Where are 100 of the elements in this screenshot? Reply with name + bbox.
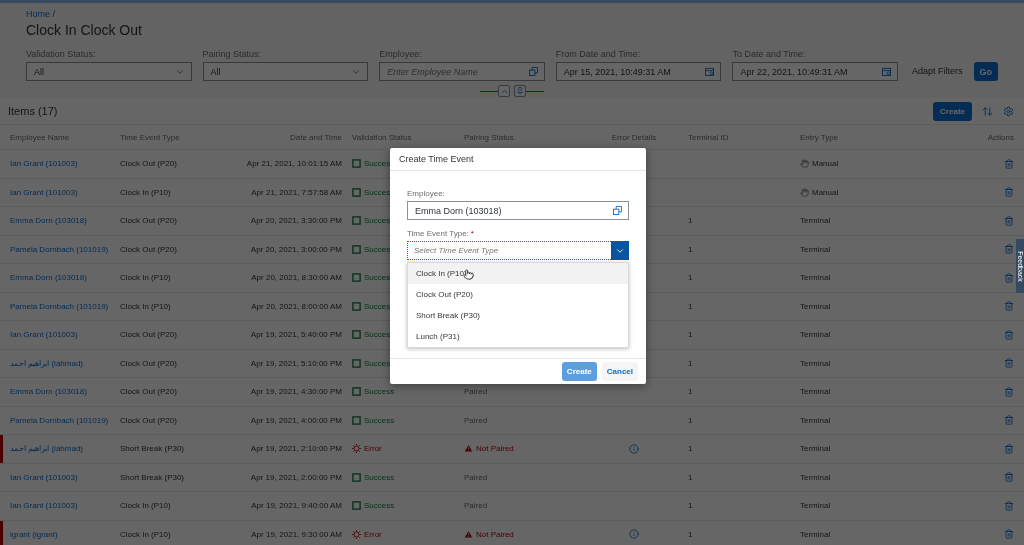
dropdown-option[interactable]: Lunch (P31) [408, 326, 628, 347]
table-cell-text: 1 [688, 472, 694, 482]
go-button[interactable]: Go [973, 62, 998, 81]
employee-field[interactable]: Emma Dorn (103018) [407, 201, 629, 220]
table-cell-text: 1 [688, 501, 694, 511]
filter-field[interactable]: Apr 15, 2021, 10:49:31 AM [555, 62, 722, 81]
table-cell-text: Apr 20, 2021, 8:00:00 AM [250, 301, 343, 311]
table-cell-text: 1 [688, 358, 694, 368]
info-icon[interactable] [629, 443, 639, 454]
breadcrumb-link[interactable]: Home / [26, 9, 55, 19]
employee-link[interactable]: ابراهيم احمد (iahmad) [10, 358, 84, 368]
error-row-marker [0, 520, 3, 545]
employee-link[interactable]: Ian Grant (101003) [10, 159, 78, 169]
validation-status: Success [364, 472, 395, 482]
delete-icon[interactable] [1004, 272, 1014, 283]
error-row-marker [0, 435, 3, 463]
delete-icon[interactable] [1004, 472, 1014, 483]
entry-type: Terminal [800, 415, 831, 425]
delete-icon[interactable] [1004, 215, 1014, 226]
table-cell-text: Apr 19, 2021, 4:30:00 PM [249, 387, 343, 397]
table-cell-text: Apr 19, 2021, 9:30:00 AM [250, 529, 343, 539]
filter-field[interactable]: All [26, 62, 192, 81]
table-cell-text: Clock Out (P20) [120, 358, 178, 368]
employee-link[interactable]: Pamela Dornbach (101019) [10, 244, 109, 254]
table-cell-text: 1 [688, 444, 694, 454]
validation-status: Error [364, 444, 382, 454]
employee-link[interactable]: Emma Dorn (103018) [10, 387, 87, 397]
validation-status: Succes [364, 330, 391, 340]
dropdown-option[interactable]: Short Break (P30) [408, 305, 628, 326]
entry-type: Manual [812, 187, 839, 197]
table-cell-text: 1 [688, 244, 694, 254]
info-icon[interactable] [629, 529, 639, 540]
employee-link[interactable]: Emma Dorn (103018) [10, 273, 87, 283]
delete-icon[interactable] [1004, 244, 1014, 255]
table-cell-text: Apr 19, 2021, 2:00:00 PM [249, 472, 343, 482]
employee-link[interactable]: Ian Grant (101003) [10, 187, 78, 197]
delete-icon[interactable] [1004, 301, 1014, 312]
success-icon [352, 244, 361, 254]
success-icon [352, 273, 361, 283]
table-cell-text: Clock In (P10) [120, 529, 172, 539]
time-event-type-select[interactable]: Select Time Event Type [407, 241, 629, 260]
table-cell-text: Apr 20, 2021, 3:00:00 PM [249, 244, 343, 254]
filter-field[interactable]: Apr 22, 2021, 10:49:31 AM [732, 62, 898, 81]
table-cell-text: Apr 19, 2021, 9:40:00 AM [250, 501, 343, 511]
employee-link[interactable]: Pamela Dornbach (101019) [10, 415, 109, 425]
delete-icon[interactable] [1004, 158, 1014, 169]
delete-icon[interactable] [1004, 329, 1014, 340]
table-cell-text: 1 [688, 330, 694, 340]
entry-type: Terminal [800, 529, 831, 539]
delete-icon[interactable] [1004, 443, 1014, 454]
dropdown-option[interactable]: Clock Out (P20) [408, 284, 628, 305]
table-cell-text: Short Break (P30) [120, 472, 186, 482]
calendar-icon[interactable] [705, 67, 715, 76]
value-help-icon[interactable] [528, 67, 538, 76]
validation-status: Succes [364, 244, 391, 254]
filter-field[interactable]: All [202, 62, 369, 81]
pairing-status: Not Paired [476, 444, 514, 454]
hand-icon [800, 187, 809, 197]
calendar-icon[interactable] [881, 67, 891, 76]
employee-link[interactable]: Ian Grant (101003) [10, 472, 78, 482]
success-icon [352, 216, 361, 226]
success-icon [352, 358, 361, 368]
error-icon [352, 529, 361, 539]
value-help-icon[interactable] [613, 206, 622, 215]
success-icon [352, 330, 361, 340]
employee-link[interactable]: Emma Dorn (103018) [10, 216, 87, 226]
delete-icon[interactable] [1004, 415, 1014, 426]
entry-type: Terminal [800, 216, 831, 226]
error-icon [352, 444, 361, 454]
entry-type: Terminal [800, 301, 831, 311]
employee-link[interactable]: Ian Grant (101003) [10, 501, 78, 511]
employee-link[interactable]: Ian Grant (101003) [10, 330, 78, 340]
table-title: Items (17) [8, 105, 58, 117]
settings-button[interactable] [1003, 105, 1014, 117]
table-cell-text: 1 [688, 216, 694, 226]
employee-link[interactable]: Pamela Dornbach (101019) [10, 301, 109, 311]
cancel-button[interactable]: Cancel [601, 362, 638, 381]
validation-status: Succes [364, 301, 391, 311]
entry-type: Terminal [800, 472, 831, 482]
table-cell-text: 1 [688, 387, 694, 397]
delete-icon[interactable] [1004, 529, 1014, 540]
delete-icon[interactable] [1004, 386, 1014, 397]
entry-type: Terminal [800, 444, 831, 454]
delete-icon[interactable] [1004, 500, 1014, 511]
entry-type: Terminal [800, 273, 831, 283]
adapt-filters-link[interactable]: Adapt Filters [911, 66, 963, 76]
table-cell-text: Clock In (P10) [120, 187, 172, 197]
validation-status: Succes [364, 187, 391, 197]
create-button[interactable]: Create [933, 101, 972, 121]
sort-button[interactable] [982, 105, 993, 117]
create-button[interactable]: Create [561, 362, 597, 381]
delete-icon[interactable] [1004, 187, 1014, 198]
success-icon [352, 472, 361, 482]
pin-button[interactable] [514, 85, 526, 97]
employee-link[interactable]: igrant (igrant) [10, 529, 58, 539]
collapse-button[interactable] [498, 85, 510, 97]
dropdown-option[interactable]: Clock In (P10) [408, 263, 628, 284]
delete-icon[interactable] [1004, 358, 1014, 369]
entry-type: Terminal [800, 244, 831, 254]
employee-link[interactable]: ابراهيم احمد (iahmad) [10, 444, 84, 454]
